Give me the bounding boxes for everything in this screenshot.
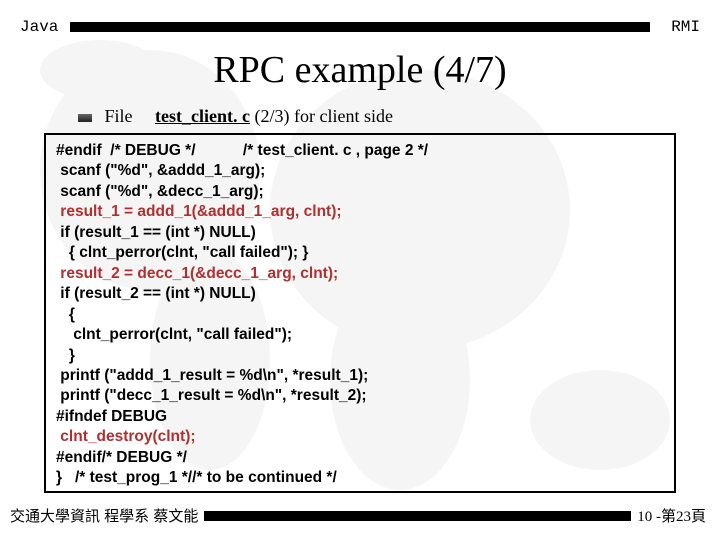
- code-line: #endif/* DEBUG */: [56, 449, 187, 466]
- code-line: if (result_2 == (int *) NULL): [56, 285, 256, 302]
- code-line-highlight: result_1 = addd_1(&addd_1_arg, clnt);: [56, 203, 342, 220]
- code-line-highlight: clnt_destroy(clnt);: [56, 428, 196, 445]
- code-line: printf ("addd_1_result = %d\n", *result_…: [56, 367, 368, 384]
- code-line: printf ("decc_1_result = %d\n", *result_…: [56, 387, 367, 404]
- code-line: #ifndef DEBUG: [56, 408, 167, 425]
- header-right-label: RMI: [650, 18, 700, 36]
- code-line: }: [56, 347, 75, 364]
- header-rule: [70, 22, 650, 32]
- code-box: #endif /* DEBUG */ /* test_client. c , p…: [44, 133, 676, 493]
- code-line: if (result_1 == (int *) NULL): [56, 224, 256, 241]
- file-line: File test_client. c (2/3) for client sid…: [78, 106, 720, 127]
- code-line: { clnt_perror(clnt, "call failed"); }: [56, 244, 308, 261]
- header-left-label: Java: [20, 18, 70, 36]
- footer-rule: [204, 511, 631, 521]
- footer-left-label: 交通大學資訊 程學系 蔡文能: [10, 505, 198, 526]
- code-line: } /* test_prog_1 *//* to be continued */: [56, 469, 337, 486]
- code-line: scanf ("%d", &addd_1_arg);: [56, 162, 265, 179]
- footer-page-number: 10 -第23頁: [637, 505, 706, 526]
- footer-bar: 交通大學資訊 程學系 蔡文能 10 -第23頁: [10, 505, 706, 526]
- bullet-icon: [78, 114, 92, 122]
- code-line: scanf ("%d", &decc_1_arg);: [56, 183, 264, 200]
- code-line: #endif /* DEBUG */ /* test_client. c , p…: [56, 142, 428, 159]
- code-line-highlight: result_2 = decc_1(&decc_1_arg, clnt);: [56, 265, 338, 282]
- header-bar: Java RMI: [0, 0, 720, 40]
- slide-title: RPC example (4/7): [0, 48, 720, 92]
- file-name: test_client. c: [155, 106, 250, 126]
- code-line: {: [56, 306, 75, 323]
- file-label: File: [105, 106, 133, 126]
- file-desc: (2/3) for client side: [250, 106, 393, 126]
- code-line: clnt_perror(clnt, "call failed");: [56, 326, 292, 343]
